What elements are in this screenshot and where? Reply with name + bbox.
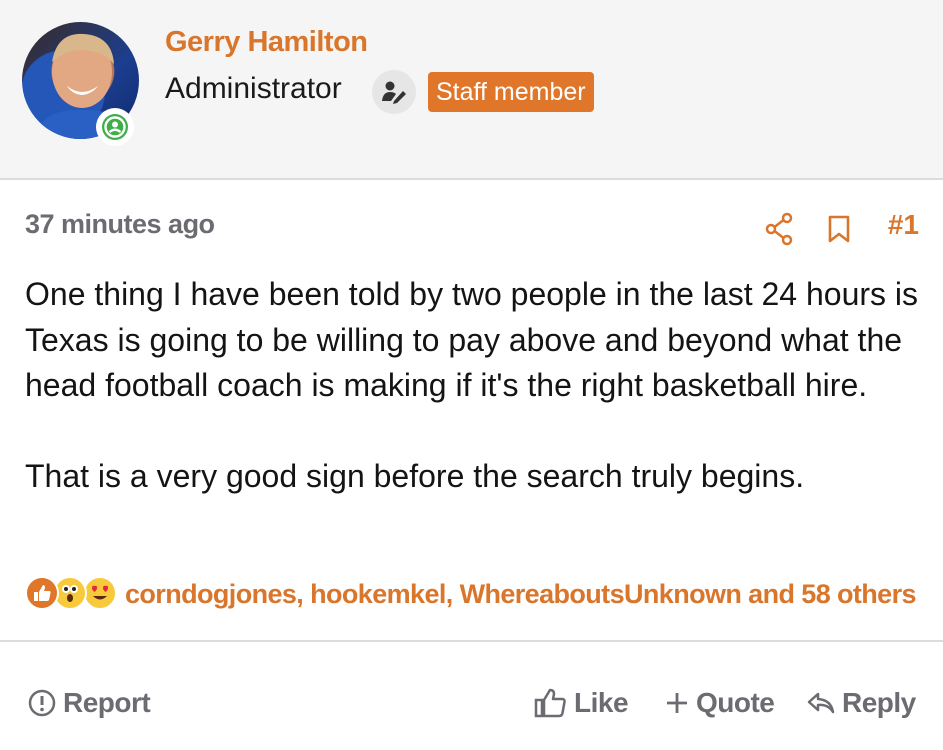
online-user-icon	[102, 114, 128, 140]
message-user-header: Gerry Hamilton Administrator Staff membe…	[0, 0, 943, 180]
report-label: Report	[63, 687, 151, 718]
quote-button[interactable]: Quote	[664, 683, 775, 723]
reply-label: Reply	[842, 687, 916, 718]
reply-button[interactable]: Reply	[806, 683, 916, 723]
online-status-badge	[96, 108, 134, 146]
post-timestamp[interactable]: 37 minutes ago	[25, 209, 215, 240]
like-reaction-icon	[25, 576, 59, 610]
post-paragraph: That is a very good sign before the sear…	[25, 457, 805, 494]
thumbs-up-icon	[534, 688, 566, 718]
reaction-icons	[25, 574, 119, 614]
plus-icon	[667, 693, 687, 713]
bookmark-icon	[828, 215, 850, 243]
footer-divider	[0, 640, 943, 642]
reaction-summary-link[interactable]: corndogjones, hookemkel, WhereaboutsUnkn…	[125, 579, 917, 610]
post-paragraph: One thing I have been told by two people…	[25, 276, 919, 403]
bookmark-button[interactable]	[827, 212, 851, 251]
report-button[interactable]: Report	[27, 683, 151, 723]
reactions-bar[interactable]: corndogjones, hookemkel, WhereaboutsUnkn…	[25, 574, 917, 614]
quote-label: Quote	[696, 687, 775, 718]
post-body: One thing I have been told by two people…	[25, 272, 925, 499]
share-button[interactable]	[765, 212, 793, 251]
share-icon	[765, 212, 793, 246]
username-link[interactable]: Gerry Hamilton	[165, 26, 368, 59]
like-label: Like	[574, 687, 629, 718]
moderator-icon	[372, 70, 416, 114]
love-reaction-icon	[83, 576, 117, 610]
report-icon	[28, 689, 56, 717]
reply-arrow-icon	[807, 692, 835, 714]
user-title: Administrator	[165, 72, 342, 105]
like-button[interactable]: Like	[534, 683, 629, 723]
post-number-link[interactable]: #1	[888, 209, 919, 241]
staff-badge: Staff member	[428, 72, 594, 112]
